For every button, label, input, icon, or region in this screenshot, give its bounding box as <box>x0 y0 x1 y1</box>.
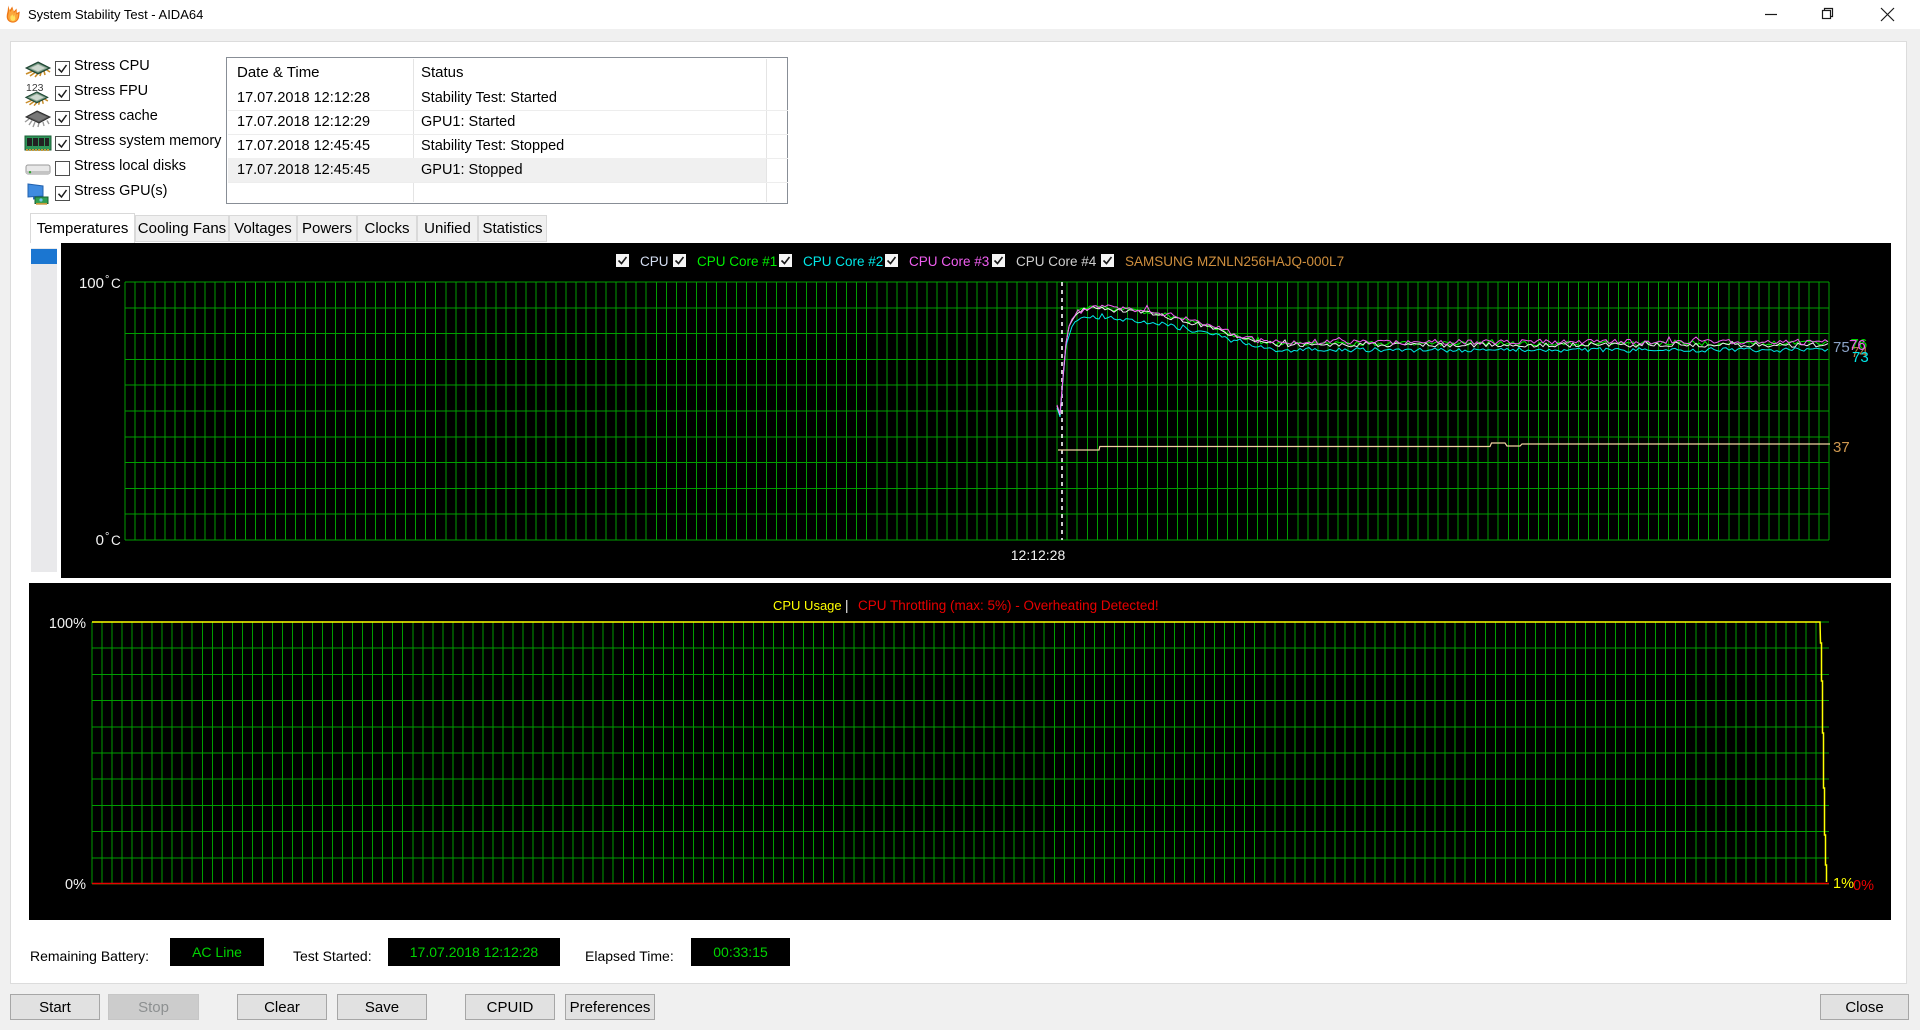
svg-text:CPU: CPU <box>640 254 669 269</box>
svg-text:CPU Core #4: CPU Core #4 <box>1016 254 1097 269</box>
svg-text:75: 75 <box>1833 339 1850 356</box>
svg-text:CPU Core #1: CPU Core #1 <box>697 254 777 269</box>
svg-text:CPU Core #2: CPU Core #2 <box>803 254 883 269</box>
svg-text:0: 0 <box>96 532 104 549</box>
svg-text:C: C <box>111 276 121 291</box>
svg-text:100%: 100% <box>49 616 86 632</box>
svg-text:0%: 0% <box>1853 878 1874 894</box>
svg-text:°: ° <box>105 531 109 543</box>
svg-text:SAMSUNG MZNLN256HAJQ-000L7: SAMSUNG MZNLN256HAJQ-000L7 <box>1125 254 1344 269</box>
svg-text:C: C <box>111 533 121 548</box>
svg-text:73: 73 <box>1852 349 1869 366</box>
svg-text:°: ° <box>105 274 109 286</box>
svg-text:CPU Throttling (max: 5%) - Ove: CPU Throttling (max: 5%) - Overheating D… <box>858 598 1159 613</box>
svg-text:12:12:28: 12:12:28 <box>1011 547 1066 563</box>
svg-text:1%: 1% <box>1833 876 1854 892</box>
svg-text:CPU Usage: CPU Usage <box>773 598 842 613</box>
svg-text:123: 123 <box>26 82 44 94</box>
svg-text:100: 100 <box>79 275 104 292</box>
svg-text:37: 37 <box>1833 439 1850 456</box>
svg-text:|: | <box>845 598 849 613</box>
svg-text:0%: 0% <box>65 877 86 893</box>
svg-text:CPU Core #3: CPU Core #3 <box>909 254 989 269</box>
